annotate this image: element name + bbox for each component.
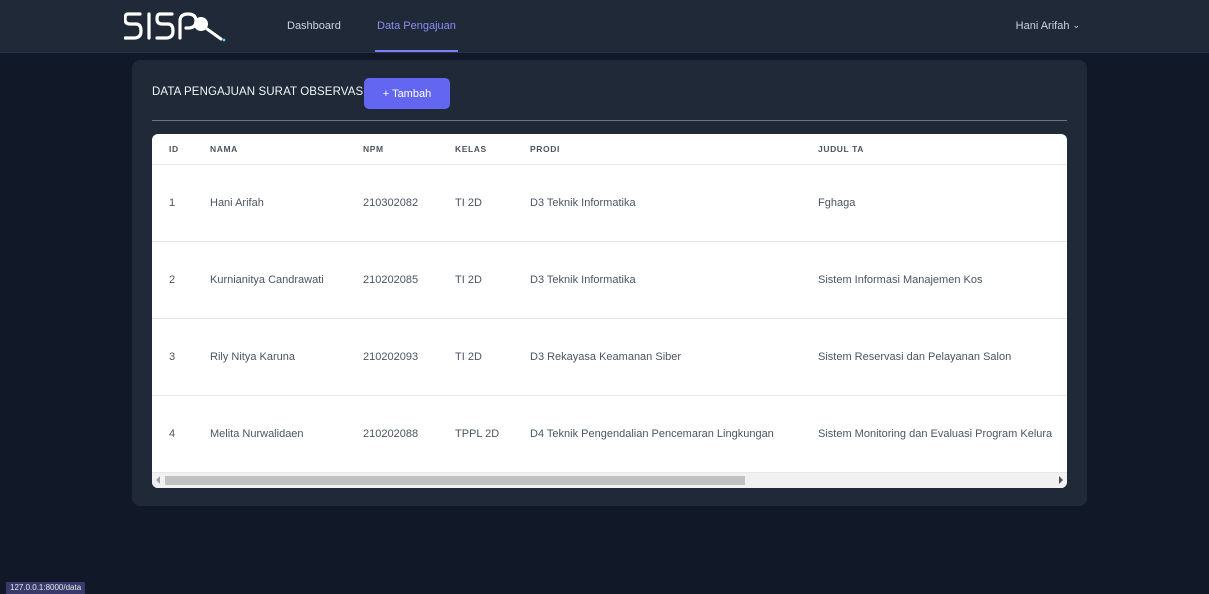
table-row[interactable]: 4 Melita Nurwalidaen 210202088 TPPL 2D D…	[152, 396, 1067, 473]
submission-table: ID NAMA NPM KELAS PRODI JUDUL TA 1 Hani …	[152, 134, 1067, 488]
cell-nama: Melita Nurwalidaen	[210, 428, 304, 440]
horizontal-scrollbar[interactable]	[152, 472, 1067, 488]
cell-prodi: D4 Teknik Pengendalian Pencemaran Lingku…	[530, 428, 774, 440]
table-row[interactable]: 2 Kurnianitya Candrawati 210202085 TI 2D…	[152, 242, 1067, 319]
nav-data-pengajuan[interactable]: Data Pengajuan	[377, 0, 456, 53]
active-tab-indicator	[375, 50, 458, 52]
cell-prodi: D3 Teknik Informatika	[530, 197, 636, 209]
cell-nama: Hani Arifah	[210, 197, 264, 209]
cell-id: 4	[169, 428, 176, 440]
status-bar-url: 127.0.0.1:8000/data	[6, 582, 86, 594]
col-header-prodi: PRODI	[530, 144, 560, 154]
scroll-thumb[interactable]	[165, 476, 745, 485]
cell-npm: 210302082	[363, 197, 419, 209]
cell-prodi: D3 Teknik Informatika	[530, 274, 636, 286]
col-header-id: ID	[169, 144, 179, 154]
cell-id: 2	[169, 274, 176, 286]
table-row[interactable]: 3 Rily Nitya Karuna 210202093 TI 2D D3 R…	[152, 319, 1067, 396]
cell-id: 3	[169, 351, 176, 363]
cell-judul: Sistem Monitoring dan Evaluasi Program K…	[818, 428, 1053, 440]
chevron-down-icon: ⌄	[1072, 20, 1080, 30]
col-header-kelas: KELAS	[455, 144, 487, 154]
cell-npm: 210202085	[363, 274, 419, 286]
divider	[152, 120, 1067, 121]
cell-judul: Sistem Informasi Manajemen Kos	[818, 274, 983, 286]
cell-kelas: TI 2D	[455, 197, 482, 209]
cell-kelas: TPPL 2D	[455, 428, 500, 440]
scroll-right-icon[interactable]	[1059, 476, 1063, 484]
table-row[interactable]: 1 Hani Arifah 210302082 TI 2D D3 Teknik …	[152, 165, 1067, 242]
col-header-judul: JUDUL TA	[818, 144, 865, 154]
cell-nama: Rily Nitya Karuna	[210, 351, 295, 363]
cell-prodi: D3 Rekayasa Keamanan Siber	[530, 351, 682, 363]
cell-judul: Sistem Reservasi dan Pelayanan Salon	[818, 351, 1012, 363]
submission-card: DATA PENGAJUAN SURAT OBSERVASI + Tambah …	[132, 60, 1087, 506]
cell-id: 1	[169, 197, 176, 209]
top-navbar: Dashboard Data Pengajuan Hani Arifah ⌄	[0, 0, 1209, 53]
table-header: ID NAMA NPM KELAS PRODI JUDUL TA	[152, 134, 1067, 165]
user-name: Hani Arifah	[1015, 20, 1070, 32]
sisp-logo[interactable]	[124, 8, 256, 44]
cell-npm: 210202093	[363, 351, 419, 363]
add-button[interactable]: + Tambah	[364, 78, 450, 109]
cell-npm: 210202088	[363, 428, 419, 440]
col-header-npm: NPM	[363, 144, 384, 154]
cell-nama: Kurnianitya Candrawati	[210, 274, 324, 286]
cell-kelas: TI 2D	[455, 274, 482, 286]
cell-judul: Fghaga	[818, 197, 856, 209]
scroll-left-icon[interactable]	[156, 476, 160, 484]
user-menu[interactable]: Hani Arifah ⌄	[1016, 0, 1080, 53]
page-title: DATA PENGAJUAN SURAT OBSERVASI	[152, 86, 367, 98]
col-header-nama: NAMA	[210, 144, 238, 154]
cell-kelas: TI 2D	[455, 351, 482, 363]
nav-dashboard[interactable]: Dashboard	[287, 0, 341, 53]
